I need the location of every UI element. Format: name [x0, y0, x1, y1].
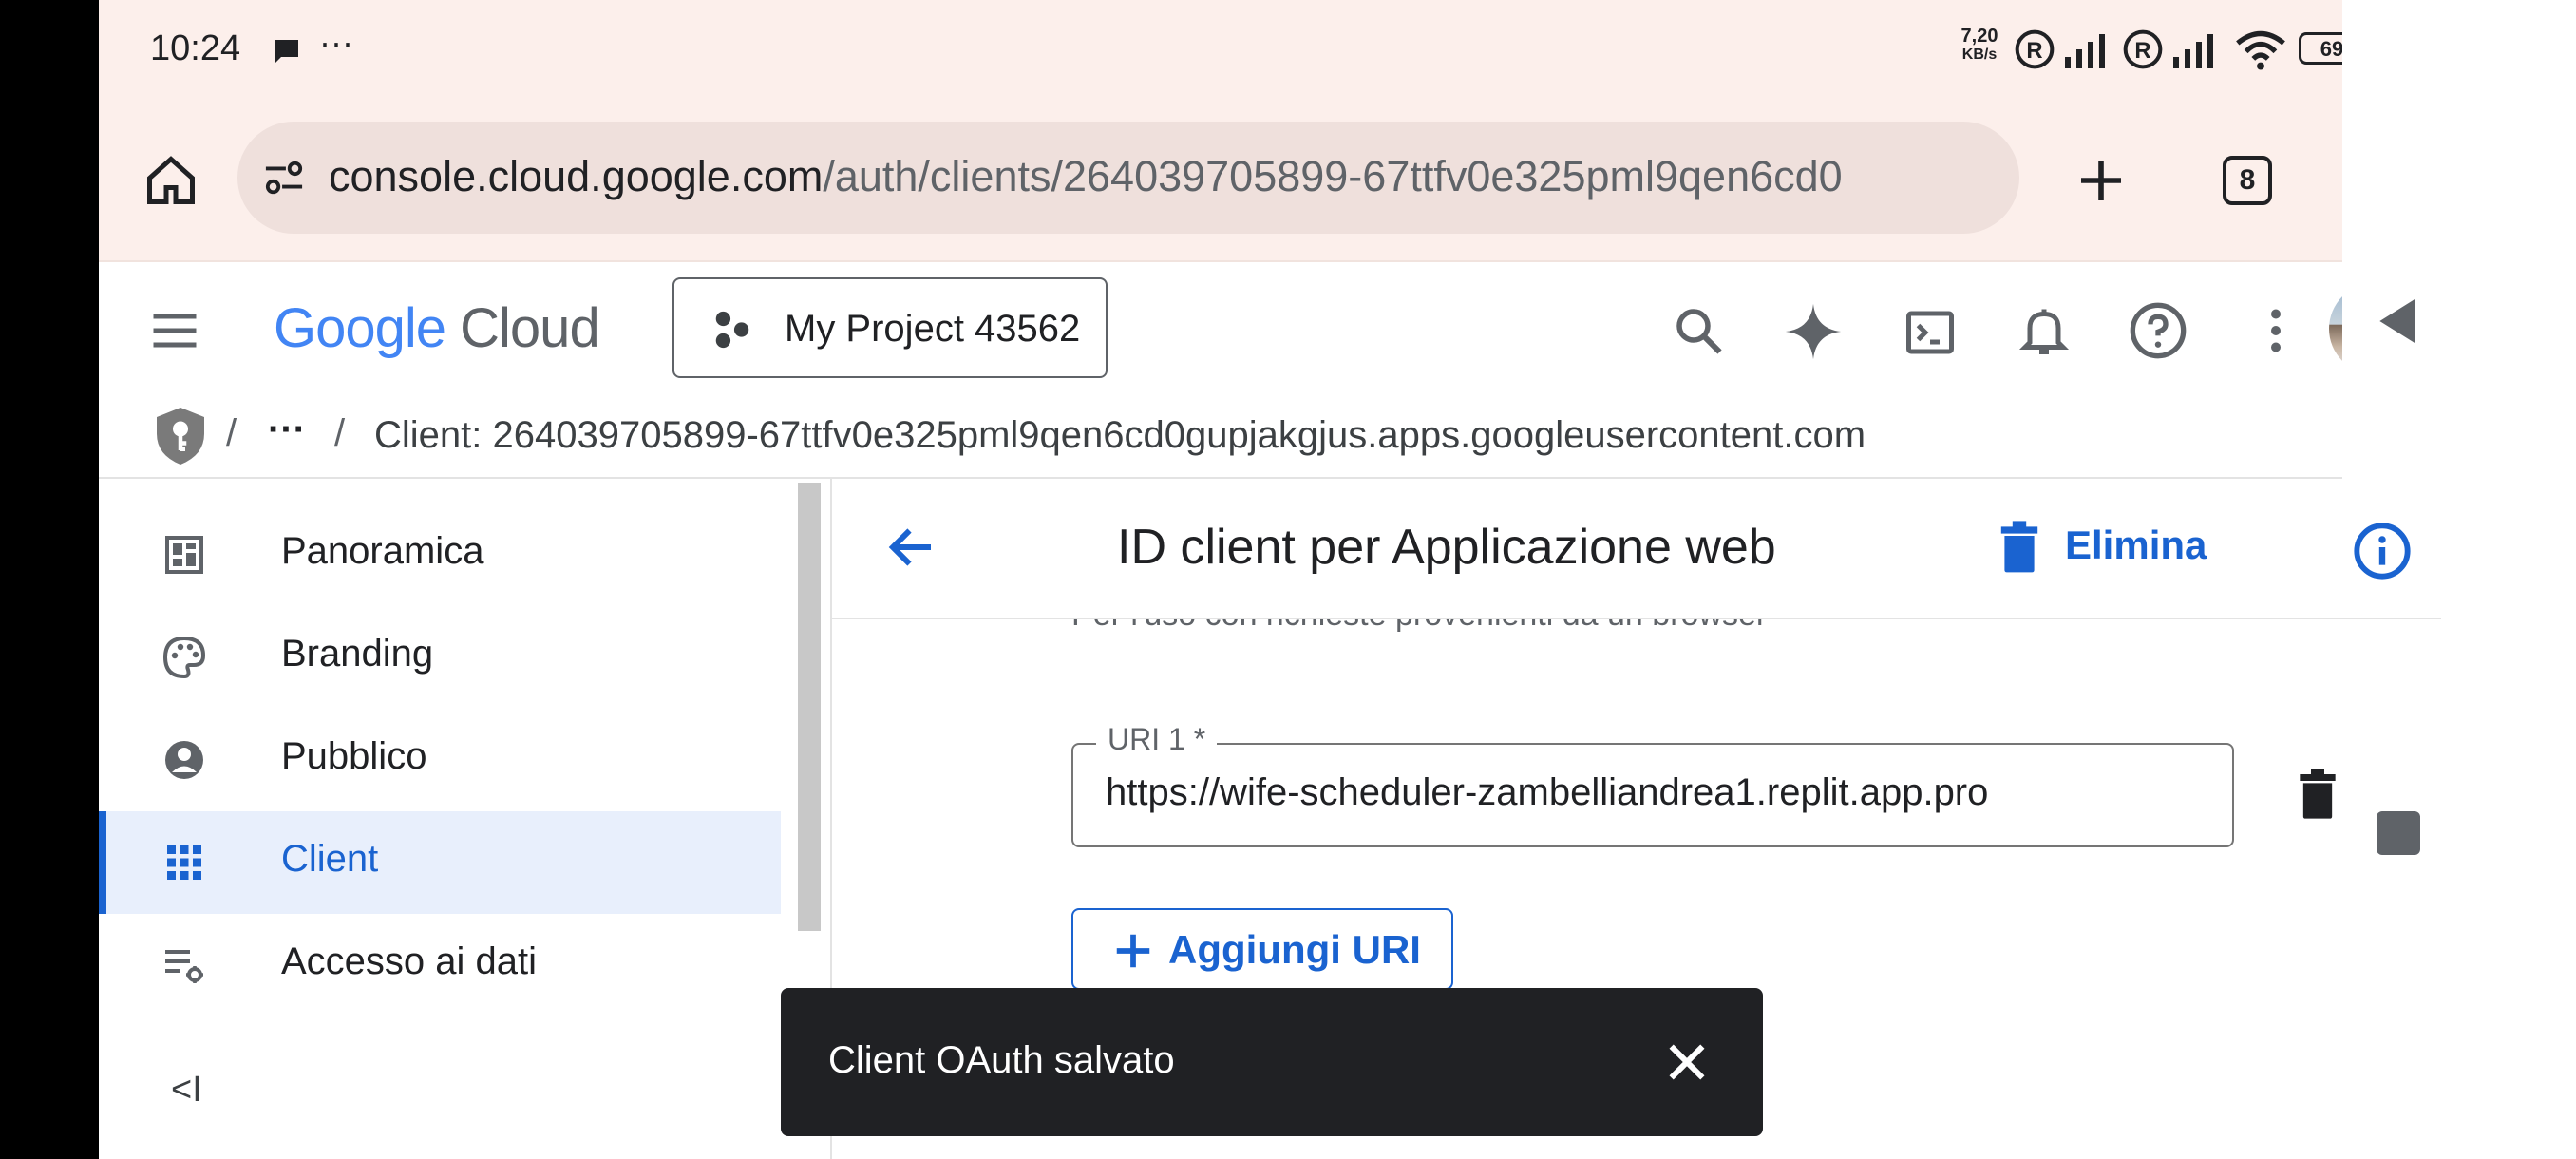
status-more: ···	[319, 23, 353, 62]
project-selector[interactable]: My Project 43562	[672, 277, 1108, 378]
palette-icon	[162, 636, 206, 679]
sidebar-item-client[interactable]: Client	[99, 811, 781, 914]
wifi-icon	[2236, 30, 2285, 70]
project-name: My Project 43562	[785, 308, 1081, 350]
sidebar-item-label: Accesso ai dati	[281, 940, 538, 982]
uri-1-value: https://wife-scheduler-zambelliandrea1.r…	[1106, 771, 1989, 813]
trash-icon	[2000, 521, 2038, 573]
sidebar-item-pubblico[interactable]: Pubblico	[99, 709, 781, 811]
sidebar-item-label: Branding	[281, 633, 434, 674]
project-hexagon-icon	[715, 311, 749, 349]
chat-bubble-icon	[275, 40, 298, 63]
snackbar: Client OAuth salvato	[781, 988, 1763, 1136]
url-path: /auth/clients/264039705899-67ttfv0e325pm…	[823, 152, 1843, 200]
tab-count: 8	[2239, 164, 2256, 196]
breadcrumb-separator: /	[334, 412, 346, 454]
google-cloud-logo[interactable]: Google Cloud	[274, 296, 600, 360]
home-icon[interactable]	[142, 152, 199, 209]
signal-icon	[2173, 34, 2213, 68]
delete-uri-icon[interactable]	[2295, 768, 2340, 821]
back-triangle-icon[interactable]	[2375, 294, 2420, 348]
sidebar-item-accesso-ai-dati[interactable]: Accesso ai dati	[99, 914, 781, 1016]
cloud-shell-icon[interactable]	[1902, 304, 1959, 361]
back-arrow-icon[interactable]	[883, 519, 940, 576]
svg-text:R: R	[2134, 38, 2150, 64]
search-icon[interactable]	[1670, 302, 1727, 359]
new-tab-icon[interactable]	[2074, 154, 2128, 207]
logo-cloud-text: Cloud	[460, 297, 600, 359]
screen: 10:24 ··· 7,20 KB/s R R 69 console.cloud…	[99, 0, 2441, 1159]
sidebar-item-panoramica[interactable]: Panoramica	[99, 504, 781, 606]
more-vert-icon[interactable]	[2247, 302, 2304, 359]
roaming-icon: R	[2015, 29, 2055, 69]
uri-1-field[interactable]: URI 1 * https://wife-scheduler-zambellia…	[1071, 722, 2234, 847]
signal-icon	[2065, 34, 2105, 68]
net-speed-unit: KB/s	[1961, 47, 1998, 63]
uri-1-label: URI 1 *	[1096, 722, 1218, 757]
data-access-icon	[165, 950, 203, 983]
sidebar: Panoramica Branding Pubblico Client Acce…	[99, 479, 830, 1159]
add-uri-button[interactable]: Aggiungi URI	[1071, 908, 1453, 990]
recents-square-icon[interactable]	[2377, 811, 2420, 855]
breadcrumb: / ··· / Client: 264039705899-67ttfv0e325…	[99, 397, 2441, 479]
close-icon[interactable]	[1660, 1036, 1714, 1089]
delete-label: Elimina	[2065, 522, 2207, 567]
svg-text:R: R	[2026, 38, 2042, 64]
help-icon[interactable]	[2128, 300, 2188, 361]
info-icon[interactable]	[2352, 521, 2413, 581]
site-settings-icon[interactable]	[262, 158, 306, 198]
net-speed: 7,20 KB/s	[1951, 27, 2008, 74]
sidebar-item-label: Pubblico	[281, 735, 427, 777]
hamburger-menu-icon[interactable]	[146, 302, 203, 359]
apps-grid-icon	[167, 846, 201, 880]
cloud-header: Google Cloud My Project 43562	[99, 260, 2441, 399]
page-title: ID client per Applicazione web	[1117, 520, 1776, 575]
sidebar-item-label: Client	[281, 838, 379, 880]
account-circle-icon	[165, 741, 203, 779]
collapse-sidebar-button[interactable]: <I	[171, 1070, 202, 1111]
page-header: ID client per Applicazione web Elimina	[832, 479, 2441, 619]
breadcrumb-current: Client: 264039705899-67ttfv0e325pml9qen6…	[374, 414, 1866, 456]
sidebar-scrollbar[interactable]	[798, 483, 821, 931]
notifications-bell-icon[interactable]	[2016, 302, 2073, 359]
tab-switcher-button[interactable]: 8	[2223, 156, 2272, 205]
security-shield-key-icon	[157, 408, 204, 465]
status-bar: 10:24 ··· 7,20 KB/s R R 69	[99, 0, 2441, 99]
logo-google-text: Google	[274, 297, 446, 359]
url-text[interactable]: console.cloud.google.com/auth/clients/26…	[329, 152, 2002, 209]
snackbar-message: Client OAuth salvato	[828, 1039, 1175, 1081]
add-uri-label: Aggiungi URI	[1168, 927, 1421, 972]
breadcrumb-overflow-button[interactable]: ···	[268, 408, 306, 451]
sidebar-item-branding[interactable]: Branding	[99, 606, 781, 709]
browser-toolbar: console.cloud.google.com/auth/clients/26…	[99, 99, 2441, 260]
plus-icon	[1116, 934, 1150, 968]
gemini-spark-icon[interactable]	[1780, 298, 1847, 365]
address-bar[interactable]: console.cloud.google.com/auth/clients/26…	[237, 122, 2019, 234]
net-speed-value: 7,20	[1960, 26, 1998, 47]
status-time: 10:24	[150, 28, 241, 68]
roaming-icon: R	[2123, 29, 2163, 69]
active-indicator	[99, 811, 106, 914]
breadcrumb-separator: /	[226, 412, 237, 454]
sidebar-item-label: Panoramica	[281, 530, 484, 572]
url-domain: console.cloud.google.com	[329, 152, 824, 200]
dashboard-icon	[165, 536, 203, 574]
